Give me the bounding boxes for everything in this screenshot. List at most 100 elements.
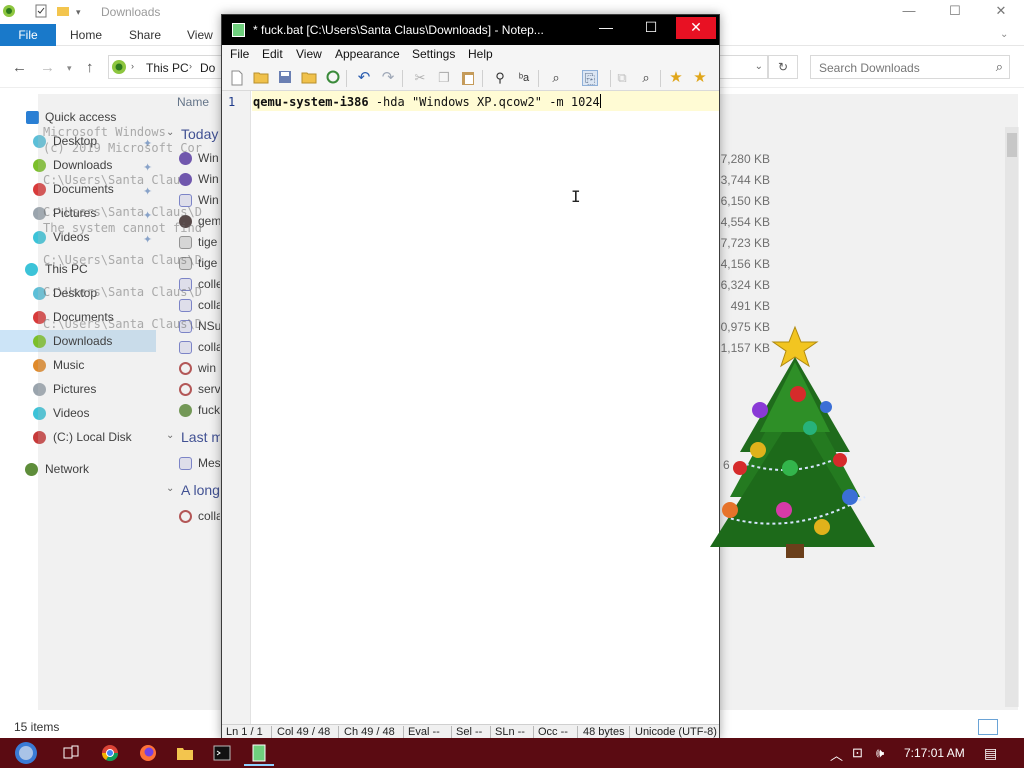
minimize-button[interactable]: — <box>586 17 626 39</box>
notepad-window: * fuck.bat [C:\Users\Santa Claus\Downloa… <box>221 14 720 740</box>
nav-pc-pictures[interactable]: Pictures <box>0 378 156 400</box>
clock[interactable]: 7:17:01 AM <box>904 746 965 760</box>
item-count: 15 items <box>14 720 60 734</box>
paste-icon[interactable] <box>460 70 476 86</box>
maximize-button[interactable]: ☐ <box>631 17 671 39</box>
address-this-pc[interactable]: This PC <box>146 61 189 75</box>
status-separator <box>533 726 534 738</box>
menu-edit[interactable]: Edit <box>262 47 283 61</box>
tab-view[interactable]: View <box>187 24 213 46</box>
downloads-icon <box>33 335 46 348</box>
status-sln: SLn -- <box>495 726 525 738</box>
address-dropdown-icon[interactable]: ⌄ <box>755 61 763 72</box>
nav-pc-local-disk[interactable]: (C:) Local Disk <box>0 426 156 448</box>
file-row[interactable]: win <box>160 358 220 379</box>
file-row[interactable]: colla <box>160 506 220 527</box>
up-arrow-icon[interactable]: ↑ <box>86 59 94 76</box>
qat-dropdown-icon[interactable]: ▾ <box>76 4 92 20</box>
address-downloads[interactable]: Do <box>200 61 215 75</box>
tab-home[interactable]: Home <box>70 24 102 46</box>
notepad-taskbar-icon[interactable] <box>244 744 274 766</box>
reload-icon[interactable] <box>325 70 341 86</box>
explorer-maximize-button[interactable]: ☐ <box>932 0 978 24</box>
replace-icon[interactable]: ᵇa <box>516 70 532 86</box>
network-tray-icon[interactable]: ⊡ <box>852 745 863 761</box>
menu-view[interactable]: View <box>296 47 322 61</box>
menu-bar: File Edit View Appearance Settings Help <box>222 45 719 65</box>
explorer-close-button[interactable]: ✕ <box>978 0 1024 24</box>
undo-icon[interactable]: ↶ <box>356 70 372 86</box>
breadcrumb-chevron-icon-2: › <box>189 61 192 71</box>
code-line[interactable]: qemu-system-i386 -hda "Windows XP.qcow2"… <box>253 94 601 109</box>
new-file-icon[interactable] <box>229 70 245 86</box>
zoom-in-icon[interactable]: ⧉ <box>614 70 630 86</box>
menu-appearance[interactable]: Appearance <box>335 47 400 61</box>
group-last-month[interactable]: ⌄ Last m <box>160 429 220 445</box>
group-long-time-ago[interactable]: ⌄ A long <box>160 482 220 498</box>
show-hidden-icons-icon[interactable]: ︿ <box>830 745 843 764</box>
notifications-icon[interactable]: ▤ <box>984 745 997 762</box>
cut-icon[interactable]: ✂ <box>412 70 428 86</box>
ribbon-expand-icon[interactable]: ⌄ <box>1000 24 1008 46</box>
file-row[interactable]: fuck <box>160 400 220 421</box>
menu-help[interactable]: Help <box>468 47 493 61</box>
file-explorer-icon[interactable] <box>176 744 194 762</box>
save-icon[interactable] <box>277 70 293 86</box>
zoom-icon[interactable]: ⌕ <box>638 70 654 86</box>
file-row[interactable]: tige <box>160 232 220 253</box>
toolbar-separator <box>610 70 611 87</box>
command-prompt-icon[interactable] <box>213 744 231 762</box>
toolbar-separator <box>402 70 403 87</box>
file-row[interactable]: colla <box>160 337 220 358</box>
explorer-minimize-button[interactable]: — <box>886 0 932 24</box>
tab-share[interactable]: Share <box>129 24 161 46</box>
explorer-title: Downloads <box>101 5 161 19</box>
refresh-icon[interactable]: ↻ <box>768 55 798 79</box>
file-name: Mes <box>198 456 220 470</box>
firefox-icon[interactable] <box>139 744 157 762</box>
group-today[interactable]: ⌄ Today <box>160 126 220 142</box>
task-view-icon[interactable] <box>62 744 80 762</box>
notepad-title: * fuck.bat [C:\Users\Santa Claus\Downloa… <box>253 23 544 37</box>
file-row[interactable]: serv <box>160 379 220 400</box>
start-button[interactable] <box>8 740 44 766</box>
column-header-name[interactable]: Name <box>177 95 209 109</box>
find-icon[interactable]: ⚲ <box>492 70 508 86</box>
open-folder-icon[interactable] <box>253 70 269 86</box>
recent-dropdown-icon[interactable]: ▾ <box>67 63 72 74</box>
notepad-title-bar[interactable]: * fuck.bat [C:\Users\Santa Claus\Downloa… <box>222 15 719 45</box>
menu-file[interactable]: File <box>230 47 249 61</box>
details-view-icon[interactable] <box>978 719 998 735</box>
forward-arrow-icon[interactable]: → <box>40 59 55 76</box>
copy-icon[interactable]: ❐ <box>436 70 452 86</box>
chrome-icon[interactable] <box>101 744 119 762</box>
new-folder-icon[interactable] <box>56 4 72 20</box>
properties-icon[interactable] <box>34 4 50 20</box>
status-occurrences: Occ -- <box>538 726 568 738</box>
redo-icon[interactable]: ↷ <box>380 70 396 86</box>
menu-settings[interactable]: Settings <box>412 47 455 61</box>
volume-icon[interactable]: 🕪 <box>876 745 884 761</box>
find-in-files-icon[interactable]: ⌕ <box>548 70 564 86</box>
nav-pc-downloads[interactable]: Downloads <box>0 330 156 352</box>
file-row[interactable]: Mes <box>160 453 220 474</box>
status-size: 48 bytes <box>583 726 625 738</box>
videos-icon <box>33 407 46 420</box>
archive-icon <box>179 341 192 354</box>
close-button[interactable]: ✕ <box>676 17 716 39</box>
search-box[interactable]: Search Downloads ⌕ <box>810 55 1010 79</box>
ghost-console-line: The system cannot find <box>43 221 202 235</box>
favorites-star-icon[interactable]: ★ <box>668 70 684 86</box>
nav-pc-videos[interactable]: Videos <box>0 402 156 424</box>
nav-pc-music[interactable]: Music <box>0 354 156 376</box>
scrollbar-thumb[interactable] <box>1007 133 1017 157</box>
vertical-scrollbar[interactable] <box>1005 127 1019 707</box>
nav-label: Quick access <box>45 110 117 124</box>
nav-network[interactable]: Network <box>0 458 156 480</box>
back-arrow-icon[interactable]: ← <box>12 59 27 76</box>
tab-file[interactable]: File <box>0 24 56 46</box>
editor-area[interactable]: qemu-system-i386 -hda "Windows XP.qcow2"… <box>252 91 719 725</box>
add-favorite-icon[interactable]: ★ <box>692 70 708 86</box>
save-as-icon[interactable] <box>301 70 317 86</box>
word-wrap-icon[interactable]: ⎘ <box>582 70 598 86</box>
